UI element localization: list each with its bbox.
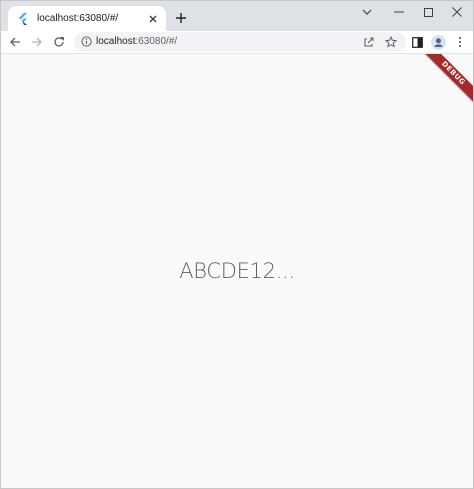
side-panel-icon[interactable]: [409, 34, 425, 50]
reload-icon[interactable]: [51, 34, 67, 50]
tab-title: localhost:63080/#/: [37, 13, 119, 24]
menu-kebab-icon[interactable]: [452, 34, 468, 50]
profile-avatar-icon[interactable]: [430, 34, 446, 50]
back-arrow-icon[interactable]: [7, 34, 23, 50]
minimize-icon[interactable]: [385, 3, 413, 21]
site-info-icon[interactable]: [81, 36, 92, 47]
tab-active[interactable]: localhost:63080/#/: [8, 6, 166, 31]
address-bar[interactable]: localhost:63080/#/: [74, 32, 406, 52]
new-tab-button[interactable]: [173, 10, 189, 26]
main-text: ABCDE12...: [179, 259, 295, 283]
flutter-logo-icon: [17, 12, 29, 25]
close-window-icon[interactable]: [443, 3, 471, 21]
tab-search-chevron-icon[interactable]: [353, 3, 381, 21]
tab-strip: localhost:63080/#/: [1, 1, 473, 31]
share-icon[interactable]: [361, 34, 377, 50]
url-host: localhost: [96, 36, 136, 47]
url-path: :63080/#/: [135, 36, 178, 47]
forward-arrow-icon[interactable]: [29, 34, 45, 50]
page-content: ABCDE12... DEBUG: [1, 54, 473, 488]
browser-toolbar: localhost:63080/#/: [1, 31, 473, 54]
debug-banner: DEBUG: [419, 54, 473, 108]
maximize-icon[interactable]: [414, 3, 442, 21]
url-text: localhost:63080/#/: [96, 36, 177, 47]
bookmark-star-icon[interactable]: [383, 34, 399, 50]
close-tab-icon[interactable]: [146, 12, 160, 26]
browser-window: localhost:63080/#/ localhost:63080/#/ AB…: [0, 0, 474, 489]
